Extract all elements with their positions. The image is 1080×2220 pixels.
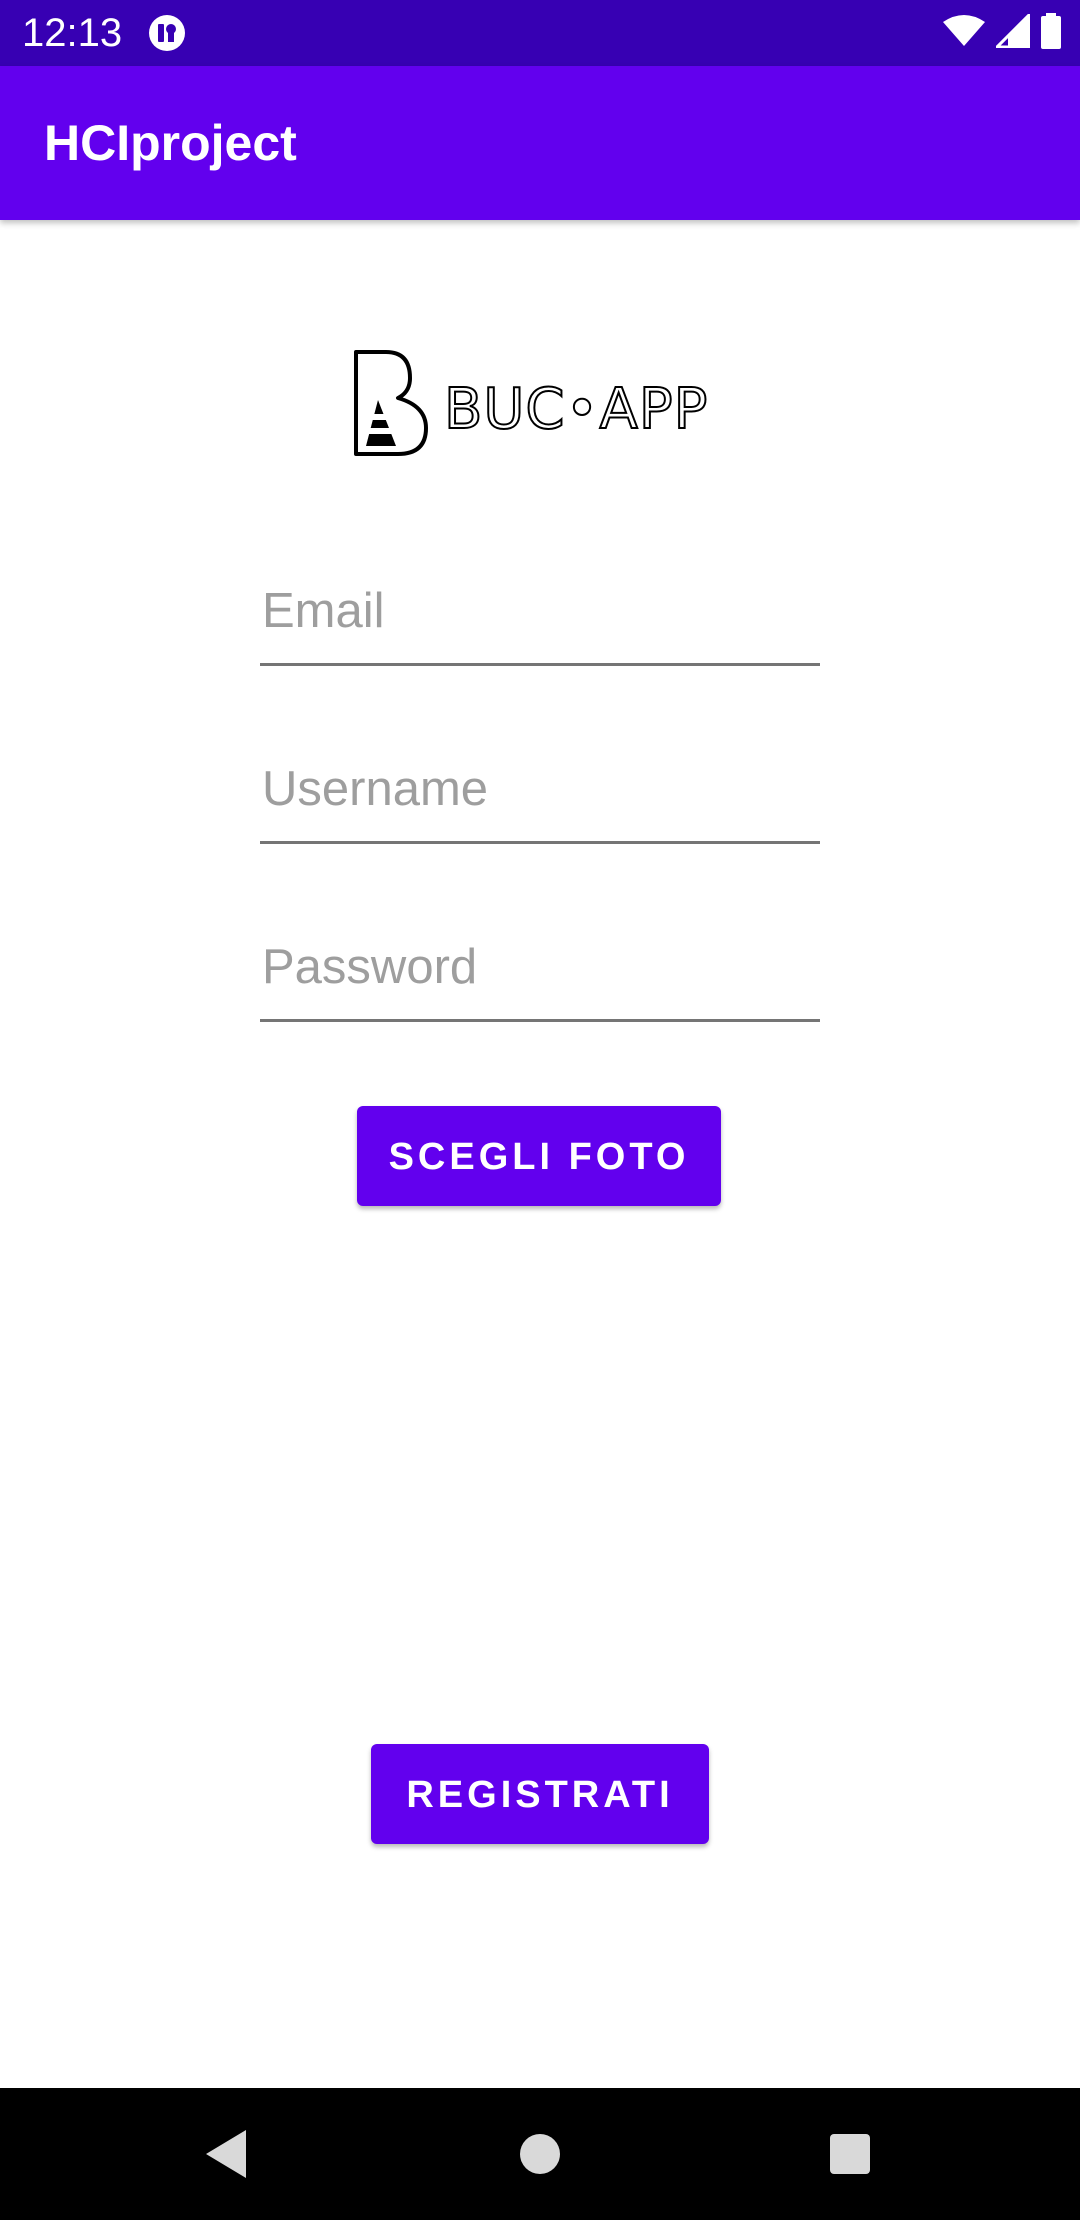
status-icons: [942, 10, 1062, 54]
cell-signal-icon: [993, 10, 1031, 53]
register-button[interactable]: REGISTRATI: [371, 1744, 709, 1844]
back-icon[interactable]: [196, 2124, 256, 2184]
status-time: 12:13: [22, 11, 123, 55]
recents-icon[interactable]: [820, 2124, 880, 2184]
choose-photo-button[interactable]: SCEGLI FOTO: [357, 1106, 721, 1206]
registration-form: BUC•APP SCEGLI FOTO REGISTRATI: [0, 220, 1080, 2088]
email-field-wrapper: [260, 566, 820, 666]
status-bar: 12:13: [0, 0, 1080, 66]
battery-icon: [1040, 12, 1062, 54]
app-bar: HCIproject: [0, 66, 1080, 220]
username-field-wrapper: [260, 744, 820, 844]
app-notification-icon: [148, 14, 186, 52]
bucoapp-logo: BUC•APP: [352, 348, 722, 458]
home-icon[interactable]: [510, 2124, 570, 2184]
username-field[interactable]: [260, 744, 820, 844]
password-field[interactable]: [260, 922, 820, 1022]
app-title: HCIproject: [44, 115, 297, 171]
email-field[interactable]: [260, 566, 820, 666]
wifi-icon: [942, 14, 986, 53]
system-nav-bar: [0, 2088, 1080, 2220]
password-field-wrapper: [260, 922, 820, 1022]
traffic-cone-logo-icon: BUC•APP: [354, 350, 708, 456]
logo-wordmark: BUC•APP: [444, 377, 708, 442]
